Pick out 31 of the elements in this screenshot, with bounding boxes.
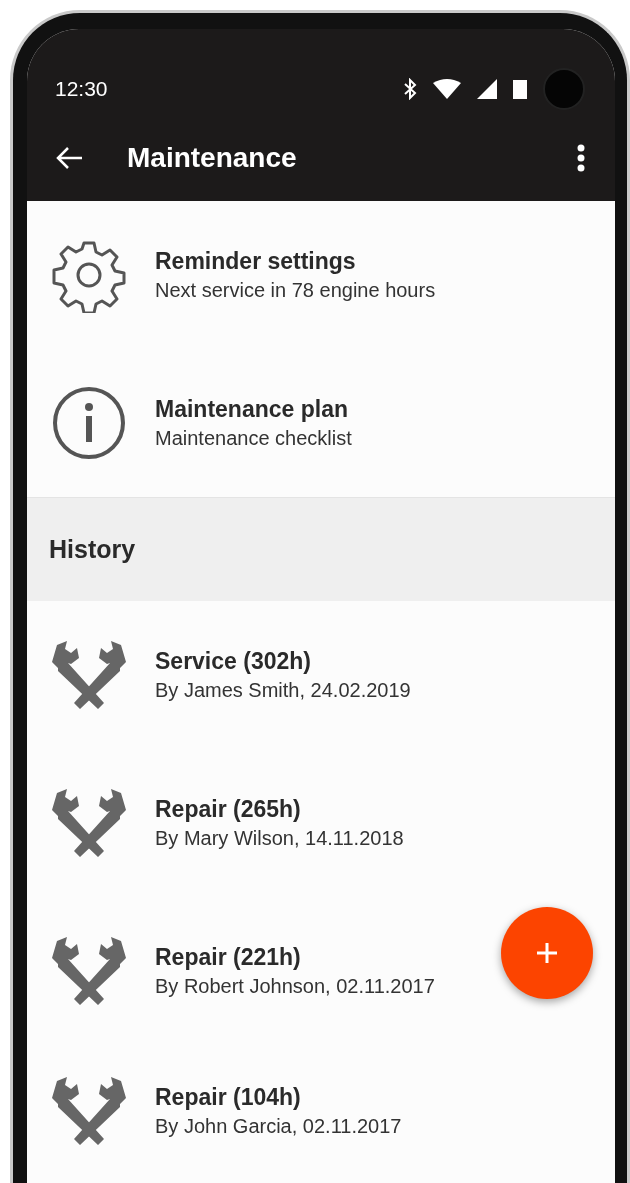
item-title: Repair (104h) — [155, 1083, 302, 1113]
item-subtitle: Next service in 78 engine hours — [155, 277, 436, 303]
item-title: Service (302h) — [155, 647, 312, 677]
status-time: 12:30 — [55, 76, 108, 103]
signal-icon — [477, 79, 497, 99]
list-item[interactable]: Repair (265h) By Mary Wilson, 14.11.2018 — [27, 749, 615, 897]
battery-icon — [513, 79, 527, 99]
bluetooth-icon — [403, 78, 417, 100]
list-item[interactable]: Repair (221h) By Robert Johnson, 02.11.2017 — [27, 897, 615, 1045]
add-button[interactable] — [501, 907, 593, 999]
screen-title: Maintenance — [127, 141, 297, 175]
list-item[interactable]: Service (302h) By James Smith, 24.02.2019 — [27, 601, 615, 749]
camera-hole — [543, 68, 585, 110]
back-arrow-icon[interactable] — [55, 146, 83, 170]
item-subtitle: By James Smith, 24.02.2019 — [155, 677, 411, 703]
more-menu-icon[interactable] — [577, 144, 585, 172]
list-item[interactable]: Reminder settings Next service in 78 engine hours — [27, 201, 615, 349]
info-icon — [51, 385, 127, 461]
plus-icon — [535, 941, 559, 965]
list-item[interactable]: Maintenance plan Maintenance checklist — [27, 349, 615, 497]
section-header: History — [49, 533, 136, 565]
item-subtitle: Maintenance checklist — [155, 425, 352, 451]
item-title: Repair (221h) — [155, 943, 302, 973]
wifi-icon — [433, 79, 461, 99]
item-title: Maintenance plan — [155, 395, 349, 425]
item-title: Reminder settings — [155, 247, 357, 277]
item-subtitle: By John Garcia, 02.11.2017 — [155, 1113, 402, 1139]
item-title: Repair (265h) — [155, 795, 302, 825]
item-subtitle: By Mary Wilson, 14.11.2018 — [155, 825, 404, 851]
list-item[interactable]: Repair (104h) By John Garcia, 02.11.2017 — [27, 1045, 615, 1165]
item-subtitle: By Robert Johnson, 02.11.2017 — [155, 973, 435, 999]
